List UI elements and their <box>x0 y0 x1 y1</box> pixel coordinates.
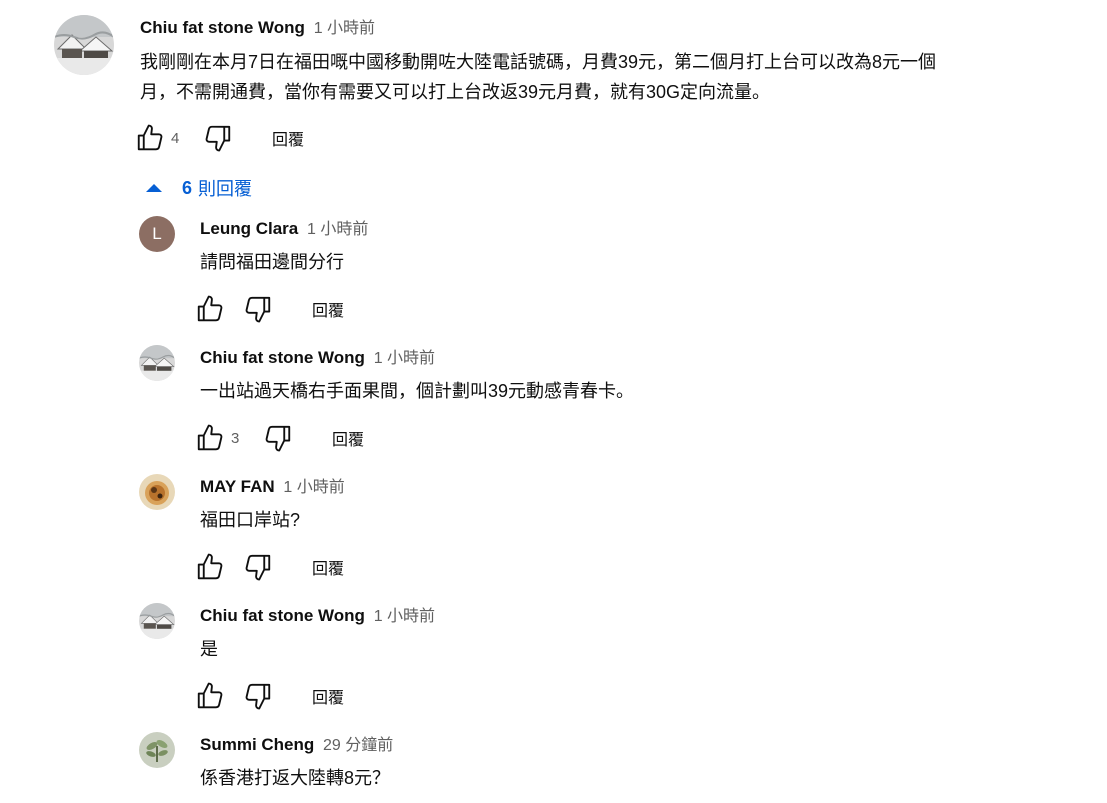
reply-text: 福田口岸站? <box>200 510 301 530</box>
reply-timestamp[interactable]: 1 小時前 <box>307 221 368 238</box>
thumbs-down-icon <box>243 681 273 711</box>
like-count: 4 <box>171 129 180 147</box>
dislike-button[interactable] <box>241 679 275 713</box>
pastry-avatar-image <box>139 474 175 510</box>
thumbs-up-icon <box>135 123 165 153</box>
snow-village-avatar-image <box>54 15 114 75</box>
comment-author[interactable]: Chiu fat stone Wong <box>140 18 305 37</box>
reply-button[interactable]: 回覆 <box>302 291 354 327</box>
reply-text: 是 <box>200 639 218 659</box>
thumbs-down-icon <box>243 294 273 324</box>
comment-header: Chiu fat stone Wong 1 小時前 <box>140 17 375 40</box>
thumbs-up-icon <box>195 681 225 711</box>
reply-text: 一出站過天橋右手面果間，個計劃叫39元動感青春卡。 <box>200 381 635 401</box>
reply-author[interactable]: Summi Cheng <box>200 735 314 754</box>
thumbs-up-icon <box>195 294 225 324</box>
like-button[interactable] <box>193 550 227 584</box>
reply-author[interactable]: Chiu fat stone Wong <box>200 348 365 367</box>
reply-text: 請問福田邊間分行 <box>200 252 344 272</box>
avatar[interactable] <box>139 732 175 768</box>
avatar[interactable] <box>139 345 175 381</box>
avatar[interactable] <box>139 603 175 639</box>
thumbs-down-icon <box>263 423 293 453</box>
replies-count: 6 <box>182 177 193 198</box>
hide-replies-button[interactable]: 6 則回覆 <box>146 173 252 203</box>
reply-timestamp[interactable]: 1 小時前 <box>283 479 344 496</box>
dislike-button[interactable] <box>261 421 295 455</box>
reply-author[interactable]: MAY FAN <box>200 477 275 496</box>
reply-actions: 3 回覆 <box>193 420 374 456</box>
reply-author[interactable]: Leung Clara <box>200 219 298 238</box>
reply-button[interactable]: 回覆 <box>262 120 314 156</box>
reply-timestamp[interactable]: 1 小時前 <box>374 350 435 367</box>
dislike-button[interactable] <box>201 121 235 155</box>
reply-button[interactable]: 回覆 <box>302 549 354 585</box>
like-count: 3 <box>231 429 240 447</box>
thumbs-down-icon <box>243 552 273 582</box>
reply-actions: 回覆 <box>193 291 354 327</box>
reply-header: Summi Cheng 29 分鐘前 <box>200 734 393 757</box>
avatar[interactable] <box>54 15 114 75</box>
reply-actions: 回覆 <box>193 678 354 714</box>
reply-timestamp[interactable]: 1 小時前 <box>374 608 435 625</box>
reply-header: Chiu fat stone Wong 1 小時前 <box>200 347 435 370</box>
avatar-letter: L <box>152 224 162 243</box>
reply-actions: 回覆 <box>193 549 354 585</box>
reply-button[interactable]: 回覆 <box>322 420 374 456</box>
dislike-button[interactable] <box>241 292 275 326</box>
reply-text: 係香港打返大陸轉8元？ <box>200 768 391 788</box>
thumbs-up-icon <box>195 423 225 453</box>
reply-header: Chiu fat stone Wong 1 小時前 <box>200 605 435 628</box>
reply-timestamp[interactable]: 29 分鐘前 <box>323 737 393 754</box>
reply-author[interactable]: Chiu fat stone Wong <box>200 606 365 625</box>
replies-label: 則回覆 <box>198 179 253 199</box>
like-button[interactable] <box>193 421 227 455</box>
comment-actions: 4 回覆 <box>133 120 314 156</box>
snow-village-avatar-image <box>139 345 175 381</box>
avatar[interactable] <box>139 474 175 510</box>
reply-header: Leung Clara 1 小時前 <box>200 218 368 241</box>
thumbs-up-icon <box>195 552 225 582</box>
comment-timestamp[interactable]: 1 小時前 <box>314 20 375 37</box>
snow-village-avatar-image <box>139 603 175 639</box>
caret-up-icon <box>146 184 162 192</box>
like-button[interactable] <box>133 121 167 155</box>
plant-avatar-image <box>139 732 175 768</box>
comment-text: 我剛剛在本月7日在福田嘅中國移動開咗大陸電話號碼，月費39元，第二個月打上台可以… <box>140 52 937 102</box>
dislike-button[interactable] <box>241 550 275 584</box>
like-button[interactable] <box>193 292 227 326</box>
reply-header: MAY FAN 1 小時前 <box>200 476 345 499</box>
like-button[interactable] <box>193 679 227 713</box>
thumbs-down-icon <box>203 123 233 153</box>
avatar[interactable]: L <box>139 216 175 252</box>
reply-button[interactable]: 回覆 <box>302 678 354 714</box>
